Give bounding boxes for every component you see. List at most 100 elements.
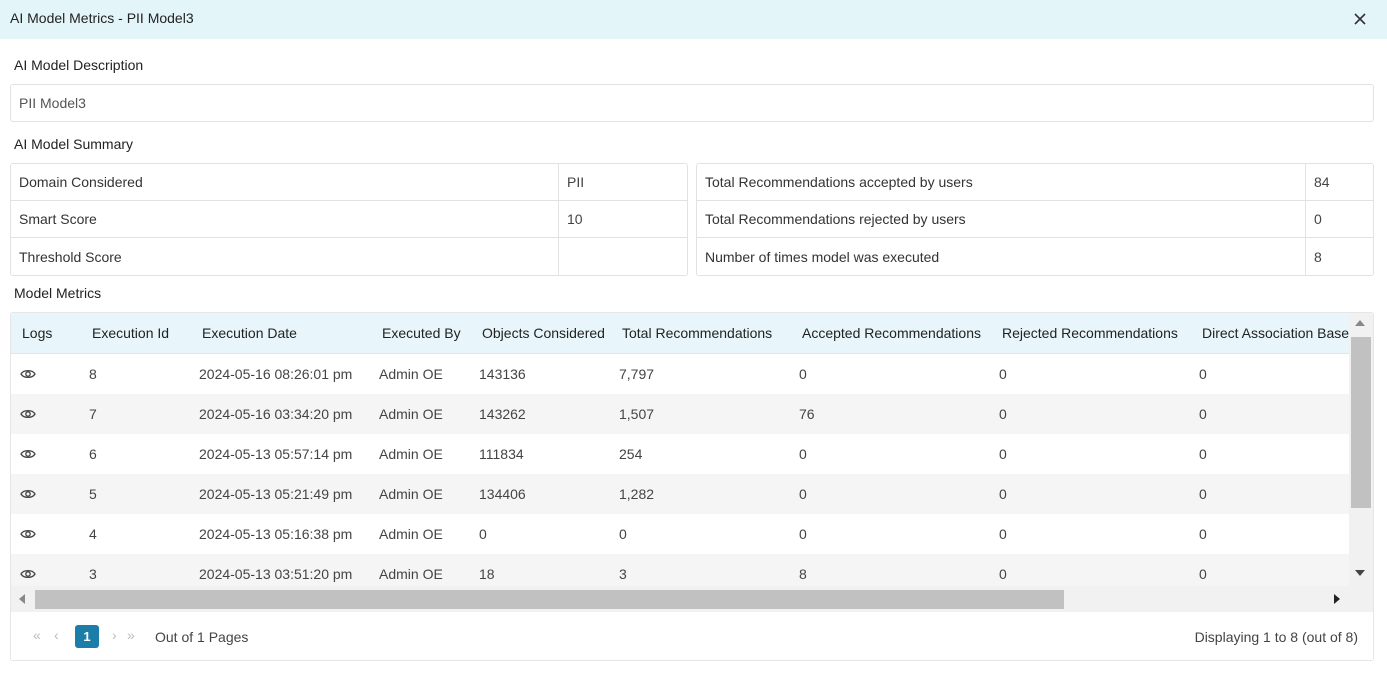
table-row: 5 2024-05-13 05:21:49 pm Admin OE 134406…: [11, 474, 1349, 514]
summary-key: Domain Considered: [11, 164, 559, 200]
summary-row: Total Recommendations accepted by users …: [697, 164, 1373, 201]
cell-execution-date: 2024-05-13 05:57:14 pm: [199, 446, 353, 462]
cell-accepted-recommendations: 76: [799, 406, 815, 422]
description-field: PII Model3: [10, 84, 1374, 122]
cell-executed-by: Admin OE: [379, 486, 443, 502]
page-button-1[interactable]: 1: [75, 625, 99, 648]
column-header-objects-considered[interactable]: Objects Considered: [482, 325, 605, 341]
cell-total-recommendations: 3: [619, 566, 627, 582]
cell-executed-by: Admin OE: [379, 526, 443, 542]
summary-left-table: Domain Considered PII Smart Score 10 Thr…: [10, 163, 688, 276]
eye-icon[interactable]: [20, 407, 36, 421]
first-page-icon[interactable]: «: [33, 627, 41, 643]
summary-key: Total Recommendations rejected by users: [697, 201, 1306, 237]
cell-objects-considered: 134406: [479, 486, 526, 502]
summary-value: 8: [1314, 248, 1322, 265]
cell-direct-association: 0: [1199, 406, 1207, 422]
column-header-direct-association[interactable]: Direct Association Base: [1202, 325, 1349, 341]
cell-execution-id: 4: [89, 526, 97, 542]
cell-rejected-recommendations: 0: [999, 566, 1007, 582]
cell-execution-id: 6: [89, 446, 97, 462]
horizontal-scrollbar[interactable]: [11, 586, 1349, 612]
summary-value: PII: [567, 174, 585, 190]
cell-total-recommendations: 1,282: [619, 486, 655, 502]
next-page-icon[interactable]: ›: [112, 627, 116, 643]
summary-value: 10: [567, 211, 583, 227]
cell-execution-date: 2024-05-16 03:34:20 pm: [199, 406, 353, 422]
column-header-logs[interactable]: Logs: [22, 325, 52, 341]
cell-total-recommendations: 1,507: [619, 406, 655, 422]
scroll-left-icon[interactable]: [19, 594, 25, 604]
cell-objects-considered: 111834: [479, 446, 524, 462]
metrics-grid: Logs Execution Id Execution Date Execute…: [10, 312, 1374, 661]
table-row: 7 2024-05-16 03:34:20 pm Admin OE 143262…: [11, 394, 1349, 434]
summary-row: Threshold Score: [11, 238, 687, 275]
column-header-rejected-recommendations[interactable]: Rejected Recommendations: [1002, 325, 1178, 341]
cell-objects-considered: 18: [479, 566, 495, 582]
column-header-total-recommendations[interactable]: Total Recommendations: [622, 325, 772, 341]
cell-direct-association: 0: [1199, 446, 1207, 462]
scrollbar-corner: [1349, 586, 1373, 612]
cell-total-recommendations: 0: [619, 526, 627, 542]
dialog-title: AI Model Metrics - PII Model3: [10, 10, 194, 26]
pagination-bar: « ‹ 1 › » Out of 1 Pages Displaying 1 to…: [11, 612, 1373, 660]
scroll-up-icon[interactable]: [1355, 320, 1365, 326]
cell-executed-by: Admin OE: [379, 446, 443, 462]
cell-execution-id: 8: [89, 366, 97, 382]
summary-row: Smart Score 10: [11, 201, 687, 238]
summary-key: Number of times model was executed: [697, 238, 1306, 275]
cell-objects-considered: 143136: [479, 366, 526, 382]
vertical-scrollbar[interactable]: [1349, 313, 1373, 586]
column-header-accepted-recommendations[interactable]: Accepted Recommendations: [802, 325, 981, 341]
cell-accepted-recommendations: 0: [799, 486, 807, 502]
summary-key: Smart Score: [11, 201, 559, 237]
scroll-right-icon[interactable]: [1334, 594, 1340, 604]
dialog-titlebar: AI Model Metrics - PII Model3: [0, 0, 1387, 39]
cell-execution-id: 5: [89, 486, 97, 502]
summary-row: Number of times model was executed 8: [697, 238, 1373, 275]
cell-execution-date: 2024-05-16 08:26:01 pm: [199, 366, 353, 382]
close-icon[interactable]: [1351, 10, 1369, 28]
cell-execution-id: 3: [89, 566, 97, 582]
column-header-executed-by[interactable]: Executed By: [382, 325, 461, 341]
table-row: 4 2024-05-13 05:16:38 pm Admin OE 0 0 0 …: [11, 514, 1349, 554]
cell-executed-by: Admin OE: [379, 366, 443, 382]
cell-accepted-recommendations: 0: [799, 526, 807, 542]
vertical-scroll-thumb[interactable]: [1351, 337, 1371, 508]
cell-direct-association: 0: [1199, 566, 1207, 582]
column-header-execution-date[interactable]: Execution Date: [202, 325, 297, 341]
prev-page-icon[interactable]: ‹: [54, 627, 58, 643]
cell-total-recommendations: 254: [619, 446, 643, 462]
grid-header: Logs Execution Id Execution Date Execute…: [11, 313, 1349, 354]
table-row: 8 2024-05-16 08:26:01 pm Admin OE 143136…: [11, 354, 1349, 394]
cell-execution-date: 2024-05-13 05:16:38 pm: [199, 526, 353, 542]
eye-icon[interactable]: [20, 487, 36, 501]
grid-body: 8 2024-05-16 08:26:01 pm Admin OE 143136…: [11, 354, 1349, 586]
cell-rejected-recommendations: 0: [999, 446, 1007, 462]
summary-value: 0: [1314, 211, 1322, 227]
summary-label: AI Model Summary: [14, 136, 134, 152]
cell-rejected-recommendations: 0: [999, 406, 1007, 422]
summary-right-table: Total Recommendations accepted by users …: [696, 163, 1374, 276]
eye-icon[interactable]: [20, 367, 36, 381]
cell-rejected-recommendations: 0: [999, 526, 1007, 542]
cell-rejected-recommendations: 0: [999, 366, 1007, 382]
cell-direct-association: 0: [1199, 366, 1207, 382]
cell-accepted-recommendations: 0: [799, 446, 807, 462]
summary-key: Threshold Score: [11, 238, 559, 275]
scroll-down-icon[interactable]: [1355, 570, 1365, 576]
cell-execution-date: 2024-05-13 05:21:49 pm: [199, 486, 353, 502]
description-label: AI Model Description: [14, 57, 144, 73]
last-page-icon[interactable]: »: [127, 627, 135, 643]
cell-executed-by: Admin OE: [379, 406, 443, 422]
column-header-execution-id[interactable]: Execution Id: [92, 325, 169, 341]
eye-icon[interactable]: [20, 527, 36, 541]
cell-direct-association: 0: [1199, 526, 1207, 542]
cell-executed-by: Admin OE: [379, 566, 443, 582]
cell-direct-association: 0: [1199, 486, 1207, 502]
table-row: 6 2024-05-13 05:57:14 pm Admin OE 111834…: [11, 434, 1349, 474]
cell-accepted-recommendations: 8: [799, 566, 807, 582]
eye-icon[interactable]: [20, 447, 36, 461]
eye-icon[interactable]: [20, 567, 36, 581]
horizontal-scroll-thumb[interactable]: [35, 590, 1064, 609]
